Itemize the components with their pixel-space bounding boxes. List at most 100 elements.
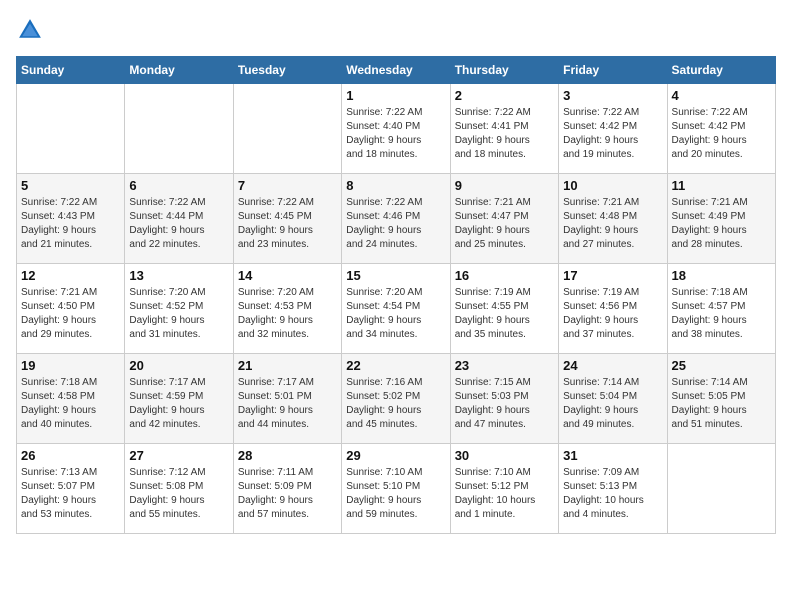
day-detail: Sunrise: 7:17 AM Sunset: 5:01 PM Dayligh… [238,376,337,432]
day-number: 15 [346,268,445,283]
day-number: 20 [129,358,228,373]
calendar-cell: 29 Sunrise: 7:10 AM Sunset: 5:10 PM Dayli… [342,444,450,534]
calendar-cell: 25Sunrise: 7:14 AM Sunset: 5:05 PM Dayli… [667,354,775,444]
calendar-cell: 13 Sunrise: 7:20 AM Sunset: 4:52 PM Dayli… [125,264,233,354]
day-header-monday: Monday [125,57,233,84]
day-number: 14 [238,268,337,283]
day-detail: Sunrise: 7:22 AM Sunset: 4:40 PM Dayligh… [346,106,445,162]
day-number: 9 [455,178,554,193]
day-number: 3 [563,88,662,103]
day-number: 2 [455,88,554,103]
day-number: 28 [238,448,337,463]
day-number: 21 [238,358,337,373]
calendar-cell [667,444,775,534]
calendar-cell: 31 Sunrise: 7:09 AM Sunset: 5:13 PM Dayli… [559,444,667,534]
day-number: 30 [455,448,554,463]
day-number: 31 [563,448,662,463]
calendar-cell: 4 Sunrise: 7:22 AM Sunset: 4:42 PM Daylig… [667,84,775,174]
calendar-cell: 8Sunrise: 7:22 AM Sunset: 4:46 PM Daylig… [342,174,450,264]
calendar-table: SundayMondayTuesdayWednesdayThursdayFrid… [16,56,776,534]
day-detail: Sunrise: 7:18 AM Sunset: 4:58 PM Dayligh… [21,376,120,432]
calendar-cell: 24 Sunrise: 7:14 AM Sunset: 5:04 PM Dayli… [559,354,667,444]
day-detail: Sunrise: 7:20 AM Sunset: 4:54 PM Dayligh… [346,286,445,342]
calendar-cell: 1 Sunrise: 7:22 AM Sunset: 4:40 PM Daylig… [342,84,450,174]
calendar-cell: 5Sunrise: 7:22 AM Sunset: 4:43 PM Daylig… [17,174,125,264]
day-detail: Sunrise: 7:19 AM Sunset: 4:56 PM Dayligh… [563,286,662,342]
day-number: 26 [21,448,120,463]
calendar-cell: 2 Sunrise: 7:22 AM Sunset: 4:41 PM Daylig… [450,84,558,174]
day-detail: Sunrise: 7:11 AM Sunset: 5:09 PM Dayligh… [238,466,337,522]
day-detail: Sunrise: 7:09 AM Sunset: 5:13 PM Dayligh… [563,466,662,522]
day-number: 29 [346,448,445,463]
day-number: 5 [21,178,120,193]
day-detail: Sunrise: 7:21 AM Sunset: 4:50 PM Dayligh… [21,286,120,342]
day-detail: Sunrise: 7:16 AM Sunset: 5:02 PM Dayligh… [346,376,445,432]
calendar-cell: 18 Sunrise: 7:18 AM Sunset: 4:57 PM Dayli… [667,264,775,354]
day-detail: Sunrise: 7:14 AM Sunset: 5:04 PM Dayligh… [563,376,662,432]
calendar-cell: 26 Sunrise: 7:13 AM Sunset: 5:07 PM Dayli… [17,444,125,534]
calendar-cell [233,84,341,174]
day-number: 8 [346,178,445,193]
day-number: 22 [346,358,445,373]
calendar-cell: 11Sunrise: 7:21 AM Sunset: 4:49 PM Dayli… [667,174,775,264]
calendar-cell [17,84,125,174]
day-detail: Sunrise: 7:20 AM Sunset: 4:53 PM Dayligh… [238,286,337,342]
calendar-cell: 28 Sunrise: 7:11 AM Sunset: 5:09 PM Dayli… [233,444,341,534]
day-detail: Sunrise: 7:22 AM Sunset: 4:44 PM Dayligh… [129,196,228,252]
day-detail: Sunrise: 7:21 AM Sunset: 4:48 PM Dayligh… [563,196,662,252]
week-row-5: 26 Sunrise: 7:13 AM Sunset: 5:07 PM Dayli… [17,444,776,534]
day-header-sunday: Sunday [17,57,125,84]
day-number: 17 [563,268,662,283]
day-number: 23 [455,358,554,373]
day-detail: Sunrise: 7:22 AM Sunset: 4:42 PM Dayligh… [672,106,771,162]
day-detail: Sunrise: 7:22 AM Sunset: 4:42 PM Dayligh… [563,106,662,162]
calendar-cell: 19 Sunrise: 7:18 AM Sunset: 4:58 PM Dayli… [17,354,125,444]
day-number: 19 [21,358,120,373]
calendar-cell: 12 Sunrise: 7:21 AM Sunset: 4:50 PM Dayli… [17,264,125,354]
calendar-cell: 9 Sunrise: 7:21 AM Sunset: 4:47 PM Daylig… [450,174,558,264]
calendar-cell: 7 Sunrise: 7:22 AM Sunset: 4:45 PM Daylig… [233,174,341,264]
day-number: 10 [563,178,662,193]
day-number: 12 [21,268,120,283]
day-number: 18 [672,268,771,283]
day-number: 4 [672,88,771,103]
logo-icon [16,16,44,44]
calendar-cell: 22 Sunrise: 7:16 AM Sunset: 5:02 PM Dayli… [342,354,450,444]
day-header-thursday: Thursday [450,57,558,84]
day-detail: Sunrise: 7:22 AM Sunset: 4:45 PM Dayligh… [238,196,337,252]
calendar-cell: 6Sunrise: 7:22 AM Sunset: 4:44 PM Daylig… [125,174,233,264]
day-detail: Sunrise: 7:10 AM Sunset: 5:12 PM Dayligh… [455,466,554,522]
calendar-cell: 15 Sunrise: 7:20 AM Sunset: 4:54 PM Dayli… [342,264,450,354]
week-row-4: 19 Sunrise: 7:18 AM Sunset: 4:58 PM Dayli… [17,354,776,444]
calendar-cell: 16Sunrise: 7:19 AM Sunset: 4:55 PM Dayli… [450,264,558,354]
week-row-3: 12 Sunrise: 7:21 AM Sunset: 4:50 PM Dayli… [17,264,776,354]
day-detail: Sunrise: 7:20 AM Sunset: 4:52 PM Dayligh… [129,286,228,342]
calendar-cell: 17 Sunrise: 7:19 AM Sunset: 4:56 PM Dayli… [559,264,667,354]
day-detail: Sunrise: 7:13 AM Sunset: 5:07 PM Dayligh… [21,466,120,522]
calendar-cell: 14 Sunrise: 7:20 AM Sunset: 4:53 PM Dayli… [233,264,341,354]
day-header-row: SundayMondayTuesdayWednesdayThursdayFrid… [17,57,776,84]
day-detail: Sunrise: 7:21 AM Sunset: 4:47 PM Dayligh… [455,196,554,252]
day-detail: Sunrise: 7:21 AM Sunset: 4:49 PM Dayligh… [672,196,771,252]
day-number: 7 [238,178,337,193]
calendar-cell: 23 Sunrise: 7:15 AM Sunset: 5:03 PM Dayli… [450,354,558,444]
calendar-cell: 21 Sunrise: 7:17 AM Sunset: 5:01 PM Dayli… [233,354,341,444]
day-detail: Sunrise: 7:18 AM Sunset: 4:57 PM Dayligh… [672,286,771,342]
day-number: 1 [346,88,445,103]
calendar-cell [125,84,233,174]
day-number: 16 [455,268,554,283]
day-detail: Sunrise: 7:15 AM Sunset: 5:03 PM Dayligh… [455,376,554,432]
day-detail: Sunrise: 7:14 AM Sunset: 5:05 PM Dayligh… [672,376,771,432]
day-header-friday: Friday [559,57,667,84]
day-number: 24 [563,358,662,373]
day-detail: Sunrise: 7:22 AM Sunset: 4:41 PM Dayligh… [455,106,554,162]
week-row-1: 1 Sunrise: 7:22 AM Sunset: 4:40 PM Daylig… [17,84,776,174]
logo [16,16,48,44]
day-detail: Sunrise: 7:17 AM Sunset: 4:59 PM Dayligh… [129,376,228,432]
day-number: 27 [129,448,228,463]
calendar-cell: 30 Sunrise: 7:10 AM Sunset: 5:12 PM Dayli… [450,444,558,534]
header [16,16,776,44]
day-number: 13 [129,268,228,283]
day-detail: Sunrise: 7:10 AM Sunset: 5:10 PM Dayligh… [346,466,445,522]
day-header-saturday: Saturday [667,57,775,84]
